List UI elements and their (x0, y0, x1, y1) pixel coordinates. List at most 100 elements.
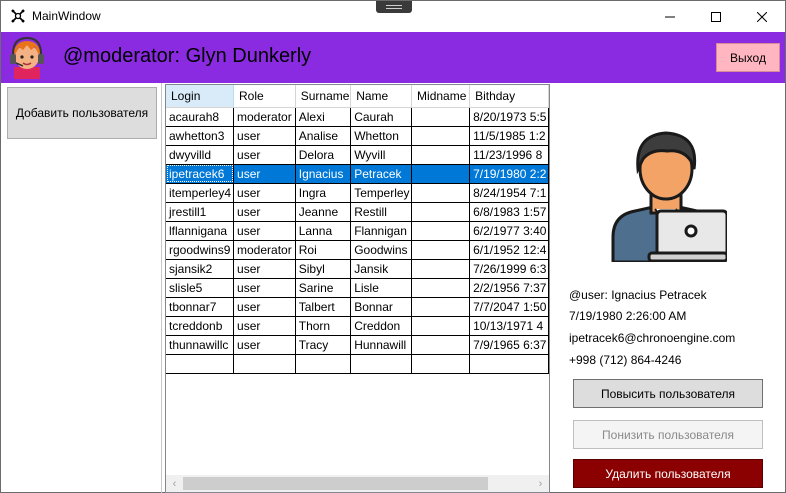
column-header-birthday[interactable]: Bithday (469, 85, 549, 108)
table-cell[interactable]: 7/9/1965 6:37 (469, 335, 549, 355)
table-row[interactable] (166, 354, 549, 374)
table-cell[interactable]: Hunnawill (350, 335, 413, 355)
table-cell[interactable]: sjansik2 (166, 259, 235, 279)
table-cell[interactable] (411, 145, 471, 165)
table-cell[interactable]: 7/26/1999 6:3 (469, 259, 549, 279)
table-cell[interactable]: Sarine (295, 278, 352, 298)
table-row[interactable]: thunnawillc user Tracy Hunnawill 7/9/1965 6:… (166, 335, 549, 355)
table-row[interactable]: slisle5 user Sarine Lisle 2/2/1956 7:37 (166, 278, 549, 298)
table-cell[interactable]: thunnawillc (166, 335, 235, 355)
table-cell[interactable]: user (233, 278, 296, 298)
table-cell[interactable] (350, 354, 413, 374)
minimize-button[interactable] (647, 1, 693, 32)
table-row[interactable]: jrestill1 user Jeanne Restill 6/8/1983 1:57 (166, 202, 549, 222)
table-cell[interactable]: slisle5 (166, 278, 235, 298)
table-cell[interactable]: 8/20/1973 5:5 (469, 107, 549, 127)
table-cell[interactable]: acaurah8 (166, 107, 235, 127)
table-cell[interactable]: ipetracek6 (166, 164, 235, 184)
table-cell[interactable]: user (233, 202, 296, 222)
table-cell[interactable]: 7/7/2047 1:50 (469, 297, 549, 317)
table-cell[interactable]: Flannigan (350, 221, 413, 241)
table-cell[interactable] (469, 354, 549, 374)
delete-user-button[interactable]: Удалить пользователя (573, 459, 763, 488)
table-cell[interactable]: 11/23/1996 8 (469, 145, 549, 165)
table-cell[interactable]: Petracek (350, 164, 413, 184)
drag-handle-icon[interactable] (376, 1, 412, 13)
table-cell[interactable]: Roi (295, 240, 352, 260)
table-cell[interactable]: 6/2/1977 3:40 (469, 221, 549, 241)
table-cell[interactable]: Sibyl (295, 259, 352, 279)
column-header-surname[interactable]: Surname (295, 85, 352, 108)
table-row[interactable]: acaurah8 moderator Alexi Caurah 8/20/1973 5:… (166, 107, 549, 127)
table-cell[interactable]: tbonnar7 (166, 297, 235, 317)
table-cell[interactable] (411, 107, 471, 127)
table-cell[interactable]: 7/19/1980 2:2 (469, 164, 549, 184)
table-row[interactable]: lflannigana user Lanna Flannigan 6/2/1977 3:… (166, 221, 549, 241)
table-cell[interactable]: 8/24/1954 7:1 (469, 183, 549, 203)
table-cell[interactable]: user (233, 221, 296, 241)
column-header-login[interactable]: Login (166, 85, 235, 108)
table-cell[interactable]: Alexi (295, 107, 352, 127)
table-cell[interactable] (411, 240, 471, 260)
logout-button[interactable]: Выход (716, 43, 780, 72)
users-data-grid[interactable]: Login Role Surname Name Midname Bithday … (165, 84, 550, 493)
table-cell[interactable]: 10/13/1971 4 (469, 316, 549, 336)
table-cell[interactable]: Tracy (295, 335, 352, 355)
table-cell[interactable] (411, 183, 471, 203)
table-cell[interactable] (295, 354, 352, 374)
table-cell[interactable]: user (233, 164, 296, 184)
table-row[interactable]: sjansik2 user Sibyl Jansik 7/26/1999 6:3 (166, 259, 549, 279)
maximize-button[interactable] (693, 1, 739, 32)
promote-user-button[interactable]: Повысить пользователя (573, 379, 763, 408)
table-cell[interactable]: 6/8/1983 1:57 (469, 202, 549, 222)
add-user-button[interactable]: Добавить пользователя (7, 87, 157, 139)
table-cell[interactable]: awhetton3 (166, 126, 235, 146)
column-header-role[interactable]: Role (233, 85, 296, 108)
table-cell[interactable]: Talbert (295, 297, 352, 317)
table-cell[interactable]: user (233, 297, 296, 317)
table-cell[interactable]: Creddon (350, 316, 413, 336)
table-cell[interactable] (233, 354, 296, 374)
table-cell[interactable]: lflannigana (166, 221, 235, 241)
column-header-name[interactable]: Name (350, 85, 413, 108)
table-row[interactable]: tcreddonb user Thorn Creddon 10/13/1971 4 (166, 316, 549, 336)
table-cell[interactable]: user (233, 335, 296, 355)
close-button[interactable] (739, 1, 785, 32)
column-header-midname[interactable]: Midname (411, 85, 471, 108)
table-cell[interactable]: Whetton (350, 126, 413, 146)
table-cell[interactable]: tcreddonb (166, 316, 235, 336)
table-cell[interactable] (411, 164, 471, 184)
table-row[interactable]: rgoodwins9 moderator Roi Goodwins 6/1/1952 1… (166, 240, 549, 260)
table-cell[interactable]: Restill (350, 202, 413, 222)
table-cell[interactable]: dwyvilld (166, 145, 235, 165)
table-cell[interactable]: Wyvill (350, 145, 413, 165)
table-cell[interactable]: user (233, 316, 296, 336)
table-cell[interactable]: Lanna (295, 221, 352, 241)
table-cell[interactable]: Temperley (350, 183, 413, 203)
table-cell[interactable]: moderator (233, 240, 296, 260)
scroll-left-icon[interactable]: ‹ (166, 475, 183, 492)
table-cell[interactable] (411, 335, 471, 355)
table-cell[interactable] (411, 259, 471, 279)
table-cell[interactable]: user (233, 183, 296, 203)
table-cell[interactable]: Lisle (350, 278, 413, 298)
horizontal-scrollbar[interactable]: ‹ › (166, 475, 549, 492)
table-cell[interactable] (411, 354, 471, 374)
table-cell[interactable]: user (233, 126, 296, 146)
table-cell[interactable]: 2/2/1956 7:37 (469, 278, 549, 298)
table-cell[interactable] (411, 278, 471, 298)
table-cell[interactable]: Goodwins (350, 240, 413, 260)
table-cell[interactable]: rgoodwins9 (166, 240, 235, 260)
table-cell[interactable]: itemperley4 (166, 183, 235, 203)
table-row[interactable]: itemperley4 user Ingra Temperley 8/24/1954 7… (166, 183, 549, 203)
table-cell[interactable] (166, 354, 235, 374)
table-cell[interactable]: Caurah (350, 107, 413, 127)
table-cell[interactable]: Jansik (350, 259, 413, 279)
table-cell[interactable]: Ingra (295, 183, 352, 203)
table-cell[interactable] (411, 297, 471, 317)
table-row[interactable]: ipetracek6 user Ignacius Petracek 7/19/1980 … (166, 164, 549, 184)
table-cell[interactable]: jrestill1 (166, 202, 235, 222)
table-cell[interactable]: user (233, 145, 296, 165)
table-cell[interactable]: Ignacius (295, 164, 352, 184)
table-cell[interactable]: Delora (295, 145, 352, 165)
